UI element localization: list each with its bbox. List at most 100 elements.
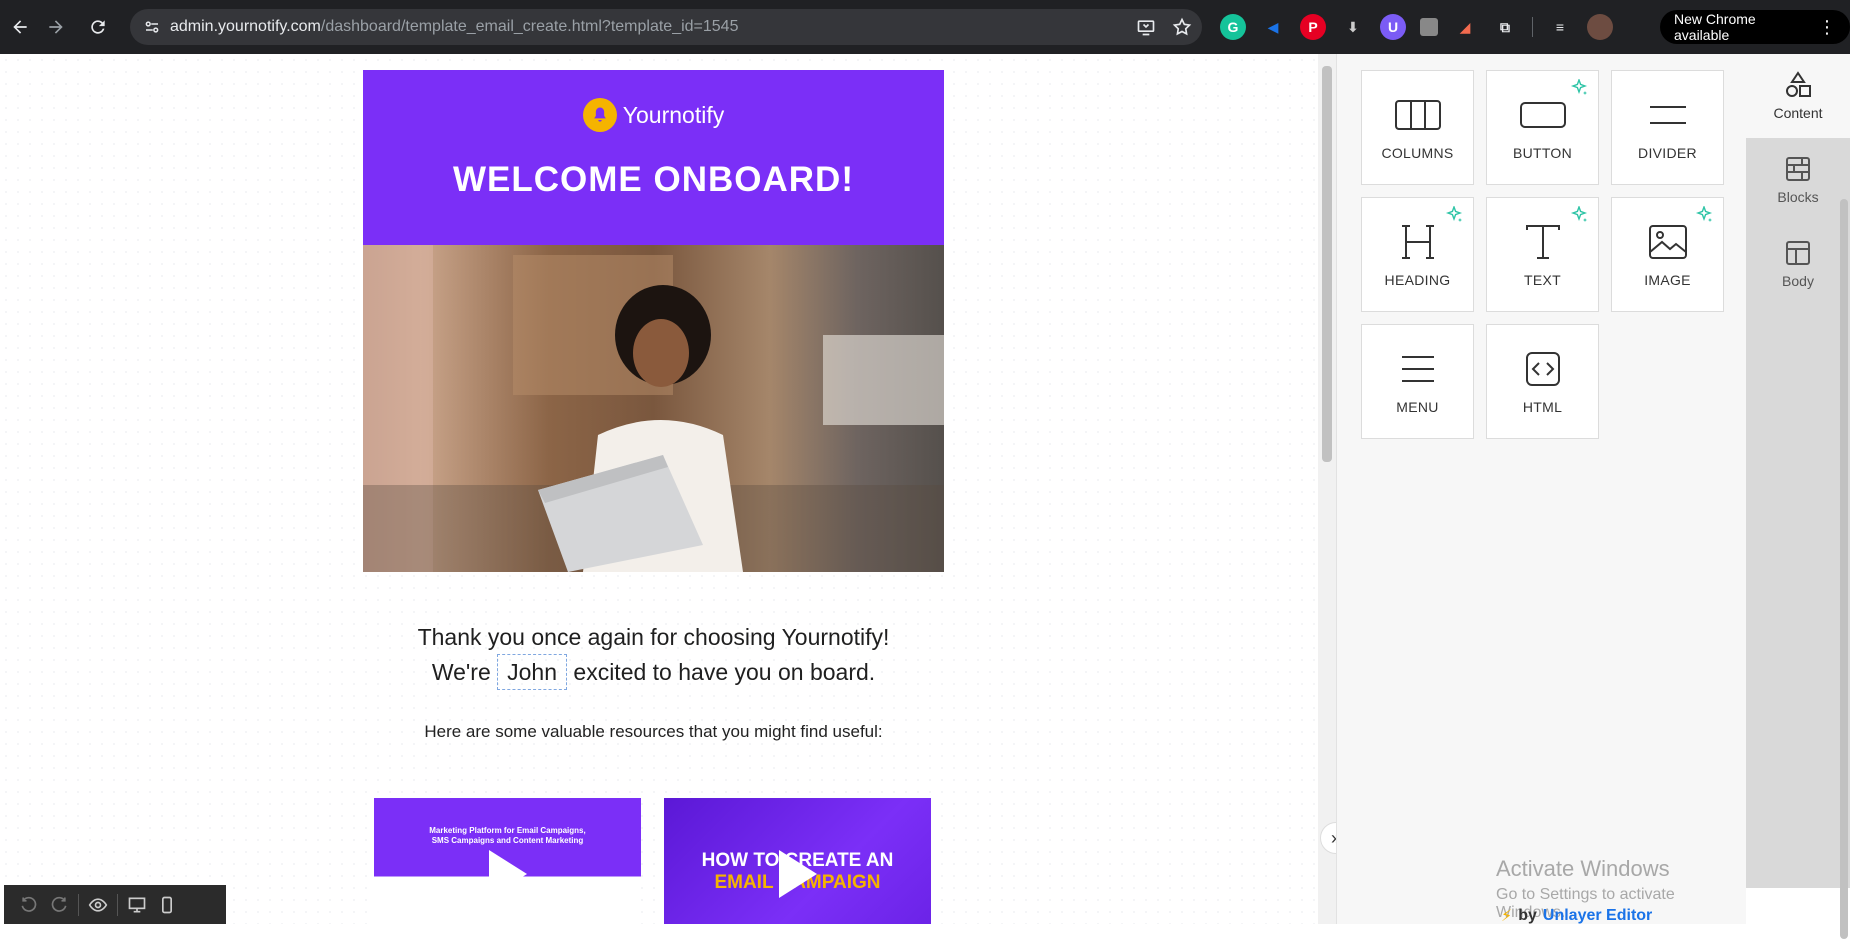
square-extension-icon[interactable] (1420, 18, 1438, 36)
tile-label: TEXT (1524, 271, 1561, 288)
tile-heading[interactable]: HEADING (1361, 197, 1474, 312)
tab-body[interactable]: Body (1746, 222, 1850, 306)
ai-sparkle-icon (1445, 206, 1463, 222)
reload-icon (91, 20, 105, 34)
email-headline[interactable]: WELCOME ONBOARD! (363, 160, 944, 200)
play-icon[interactable] (778, 850, 817, 898)
browser-toolbar: admin.yournotify.com/dashboard/template_… (0, 0, 1850, 54)
woman-with-laptop-illustration (363, 245, 944, 572)
panel-scroll-thumb[interactable] (1840, 199, 1848, 939)
unlayer-branding[interactable]: ⚡ by Unlayer Editor (1501, 906, 1652, 926)
desktop-view-button[interactable] (122, 890, 152, 920)
toolbar-divider (117, 893, 118, 916)
shapes-icon (1786, 71, 1811, 97)
redo-icon (51, 896, 67, 912)
blocks-icon (1786, 157, 1810, 181)
undo-icon (21, 896, 37, 912)
button-icon (1519, 95, 1567, 135)
mobile-icon (162, 896, 172, 913)
tile-label: COLUMNS (1381, 144, 1454, 161)
arrow-left-icon (13, 20, 27, 34)
editor-canvas[interactable]: Yournotify WELCOME ONBOARD! Thank you on… (0, 54, 1318, 924)
ai-sparkle-icon (1570, 206, 1588, 222)
redo-button[interactable] (44, 890, 74, 920)
back-button[interactable] (0, 7, 40, 47)
arrow-right-icon (49, 20, 63, 34)
url-host: admin.yournotify.com (170, 18, 321, 35)
toolbar-divider (78, 893, 79, 916)
tile-image[interactable]: IMAGE (1611, 197, 1724, 312)
branding-link[interactable]: Unlayer Editor (1543, 907, 1652, 925)
ai-sparkle-icon (1570, 79, 1588, 95)
bell-icon (582, 98, 617, 132)
tile-label: HEADING (1384, 271, 1451, 288)
content-tiles: COLUMNS BUTTON DIVIDER HEADING TEXT IMAG… (1361, 70, 1724, 439)
content-panel: COLUMNS BUTTON DIVIDER HEADING TEXT IMAG… (1336, 54, 1746, 926)
watermark-line-1: Activate Windows (1496, 856, 1670, 881)
merge-tag-name[interactable]: John (497, 654, 568, 690)
reload-button[interactable] (78, 7, 118, 47)
heading-icon (1394, 222, 1442, 262)
flag-extension-icon[interactable]: ◢ (1452, 14, 1478, 40)
pinterest-extension-icon[interactable]: P (1300, 14, 1326, 40)
mobile-view-button[interactable] (152, 890, 182, 920)
html-icon (1519, 349, 1567, 389)
u-extension-icon[interactable]: U (1380, 14, 1406, 40)
site-settings-icon[interactable] (134, 9, 170, 45)
preview-button[interactable] (83, 890, 113, 920)
brand-logo: Yournotify (363, 70, 944, 132)
url-path: /dashboard/template_email_create.html?te… (320, 18, 739, 35)
body-icon (1786, 241, 1810, 265)
update-label: New Chrome available (1674, 11, 1756, 43)
resources-text[interactable]: Here are some valuable resources that yo… (363, 722, 944, 742)
canvas-scroll-thumb[interactable] (1322, 66, 1332, 462)
url-text: admin.yournotify.com/dashboard/template_… (170, 18, 738, 36)
thanks-text-block[interactable]: Thank you once again for choosing Yourno… (363, 620, 944, 690)
brand-name: Yournotify (622, 101, 725, 128)
panel-scrollbar[interactable] (1838, 54, 1850, 939)
thumbnail-caption: Marketing Platform for Email Campaigns, … (429, 826, 586, 845)
forward-button[interactable] (36, 7, 76, 47)
canvas-scrollbar[interactable] (1318, 54, 1336, 924)
tab-label: Blocks (1777, 189, 1819, 205)
menu-icon (1394, 349, 1442, 389)
speaker-extension-icon[interactable]: ◀ (1260, 14, 1286, 40)
tab-label: Body (1782, 273, 1814, 289)
tab-content[interactable]: Content (1746, 54, 1850, 138)
kebab-menu-icon[interactable]: ⋮ (1818, 18, 1836, 36)
bolt-icon: ⚡ (1501, 908, 1513, 925)
tile-divider[interactable]: DIVIDER (1611, 70, 1724, 185)
tile-columns[interactable]: COLUMNS (1361, 70, 1474, 185)
download-extension-icon[interactable]: ⬇ (1340, 14, 1366, 40)
puzzle-extensions-icon[interactable]: ⧉ (1492, 14, 1518, 40)
install-app-icon[interactable] (1136, 17, 1156, 37)
panel-tabs: Content Blocks Body (1746, 54, 1850, 888)
tile-html[interactable]: HTML (1486, 324, 1599, 439)
grammarly-extension-icon[interactable]: G (1220, 14, 1246, 40)
ai-sparkle-icon (1695, 206, 1713, 222)
video-thumbnail-tutorial[interactable]: HOW TO CREATE AN EMAIL CAMPAIGN (664, 798, 931, 924)
profile-avatar[interactable] (1587, 14, 1613, 40)
eye-icon (88, 897, 108, 912)
email-preview: Yournotify WELCOME ONBOARD! Thank you on… (363, 70, 944, 742)
email-header[interactable]: Yournotify WELCOME ONBOARD! (363, 70, 944, 245)
video-thumbnail-platform[interactable]: Marketing Platform for Email Campaigns, … (374, 798, 641, 924)
tile-label: HTML (1522, 398, 1563, 415)
tile-button[interactable]: BUTTON (1486, 70, 1599, 185)
reading-list-icon[interactable]: ≡ (1547, 14, 1573, 40)
tile-text[interactable]: TEXT (1486, 197, 1599, 312)
tab-blocks[interactable]: Blocks (1746, 138, 1850, 222)
hero-image[interactable] (363, 245, 944, 572)
branding-by: by (1518, 907, 1537, 924)
address-bar[interactable]: admin.yournotify.com/dashboard/template_… (130, 9, 1202, 45)
undo-button[interactable] (14, 890, 44, 920)
tile-label: DIVIDER (1638, 144, 1697, 161)
play-icon[interactable] (488, 850, 527, 898)
editor-bottom-toolbar (4, 885, 226, 924)
tile-menu[interactable]: MENU (1361, 324, 1474, 439)
toolbar-separator (1532, 17, 1533, 37)
extensions-row: G ◀ P ⬇ U ◢ ⧉ ≡ (1220, 10, 1613, 44)
bookmark-star-icon[interactable] (1172, 17, 1192, 37)
tile-label: BUTTON (1512, 144, 1573, 161)
chrome-update-button[interactable]: New Chrome available ⋮ (1660, 10, 1850, 44)
